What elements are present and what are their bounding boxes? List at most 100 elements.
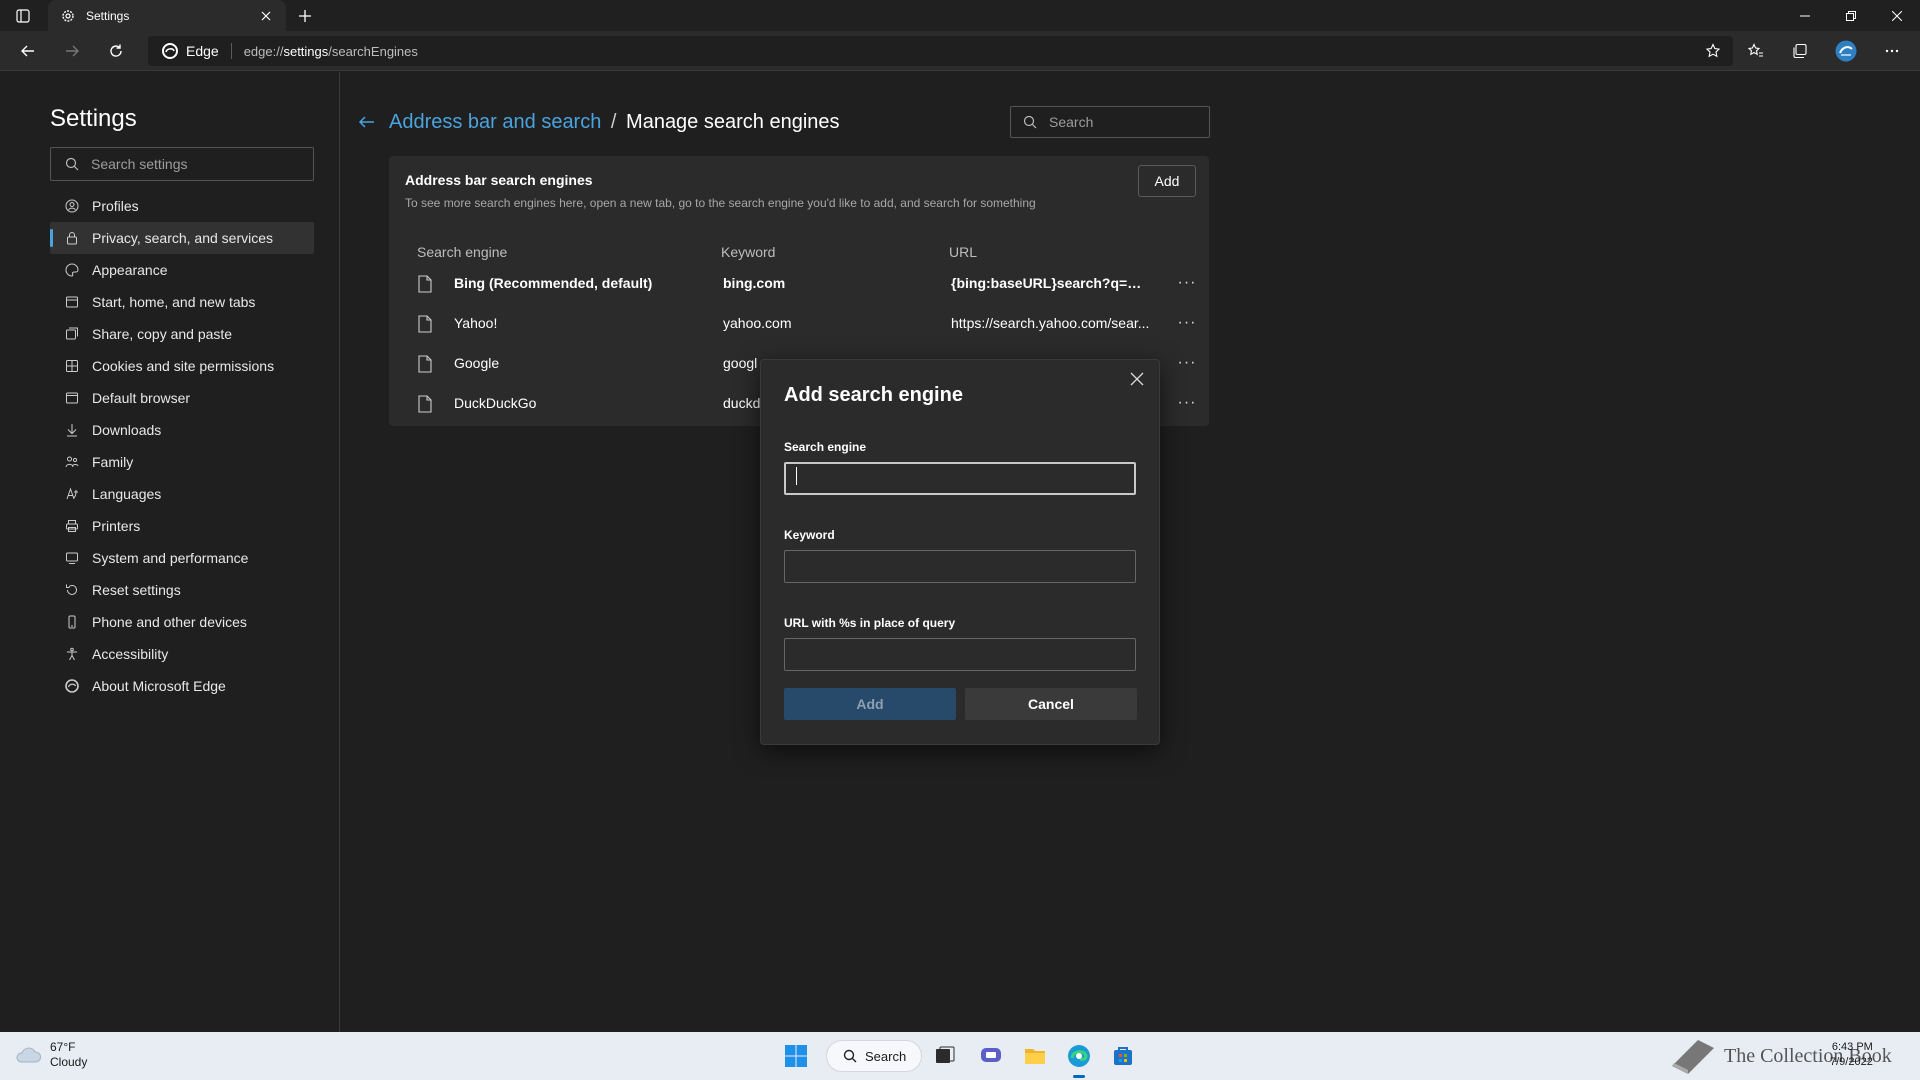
sidebar-item-label: Profiles	[92, 198, 139, 214]
breadcrumb-separator: /	[610, 111, 617, 133]
browser-icon	[64, 390, 80, 406]
column-header-keyword: Keyword	[721, 244, 776, 260]
sidebar-item-default-browser[interactable]: Default browser	[50, 382, 314, 414]
windows-start-icon[interactable]	[784, 1044, 808, 1068]
window-close-button[interactable]	[1874, 0, 1920, 31]
file-explorer-button[interactable]	[1021, 1042, 1049, 1070]
sidebar-item-label: Cookies and site permissions	[92, 358, 275, 374]
sidebar-item-system[interactable]: System and performance	[50, 542, 314, 574]
sidebar-item-downloads[interactable]: Downloads	[50, 414, 314, 446]
url-input[interactable]	[784, 638, 1136, 671]
profile-avatar-button[interactable]	[1832, 37, 1860, 65]
more-actions-button[interactable]: ···	[1176, 393, 1198, 413]
book-watermark-icon	[1672, 1040, 1714, 1074]
dialog-cancel-button[interactable]: Cancel	[965, 688, 1137, 720]
sidebar-item-label: Appearance	[92, 262, 168, 278]
engine-name: Google	[454, 355, 500, 371]
address-url[interactable]: edge://settings/searchEngines	[244, 44, 418, 59]
url-suffix: /searchEngines	[328, 43, 418, 59]
sidebar-item-label: Family	[92, 454, 134, 470]
search-icon	[843, 1049, 857, 1063]
tab-actions-button[interactable]	[8, 5, 38, 27]
sidebar-item-appearance[interactable]: Appearance	[50, 254, 314, 286]
arrow-left-icon[interactable]	[357, 112, 377, 132]
sidebar-item-label: Languages	[92, 486, 162, 502]
sidebar-item-printers[interactable]: Printers	[50, 510, 314, 542]
url-prefix: edge://	[243, 43, 284, 59]
address-divider	[230, 43, 232, 59]
search-placeholder: Search	[1049, 114, 1094, 130]
sidebar-item-phone[interactable]: Phone and other devices	[50, 606, 314, 638]
sidebar-item-about[interactable]: About Microsoft Edge	[50, 670, 314, 702]
sidebar-item-share[interactable]: Share, copy and paste	[50, 318, 314, 350]
tab-close-button[interactable]	[258, 8, 274, 24]
task-view-button[interactable]	[931, 1042, 959, 1070]
sidebar-item-profiles[interactable]: Profiles	[50, 190, 314, 222]
sidebar-item-reset[interactable]: Reset settings	[50, 574, 314, 606]
restore-icon	[1846, 10, 1856, 21]
store-button[interactable]	[1109, 1042, 1137, 1070]
new-tab-button[interactable]	[294, 5, 316, 27]
keyword-label: Keyword	[784, 528, 835, 542]
taskbar-search-button[interactable]: Search	[826, 1040, 922, 1072]
settings-more-button[interactable]	[1878, 37, 1906, 65]
sidebar-item-accessibility[interactable]: Accessibility	[50, 638, 314, 670]
engine-url: https://search.yahoo.com/sear...	[951, 315, 1150, 331]
sidebar-item-label: System and performance	[92, 550, 249, 566]
teams-chat-button[interactable]	[977, 1042, 1005, 1070]
keyword-input[interactable]	[784, 550, 1136, 583]
sidebar-item-privacy[interactable]: Privacy, search, and services	[50, 222, 314, 254]
sidebar-item-family[interactable]: Family	[50, 446, 314, 478]
settings-search-input[interactable]: Search	[1010, 106, 1210, 138]
sidebar-item-languages[interactable]: Languages	[50, 478, 314, 510]
close-icon	[261, 11, 271, 20]
edge-logo-icon	[162, 43, 178, 59]
back-button[interactable]	[14, 37, 42, 65]
engine-keyword: googl	[723, 355, 758, 371]
dialog-add-button[interactable]: Add	[784, 688, 956, 720]
browser-toolbar: Edge edge://settings/searchEngines	[0, 31, 1920, 71]
task-view-icon	[936, 1046, 955, 1063]
weather-widget[interactable]: 67°F Cloudy	[14, 1040, 87, 1070]
favorites-button[interactable]	[1742, 37, 1770, 65]
more-actions-button[interactable]: ···	[1176, 273, 1198, 293]
search-engine-input[interactable]	[784, 462, 1136, 495]
breadcrumb-parent-link[interactable]: Address bar and search	[389, 111, 601, 133]
engine-keyword: bing.com	[723, 275, 786, 291]
table-row: Bing (Recommended, default) bing.com {bi…	[389, 263, 1209, 303]
url-emphasis: settings	[283, 43, 329, 59]
minimize-button[interactable]	[1782, 0, 1828, 31]
clock-time: 6:43 PM	[1831, 1041, 1873, 1053]
sidebar-search-input[interactable]: Search settings	[50, 147, 314, 181]
refresh-icon	[110, 44, 122, 57]
tab-title: Settings	[86, 8, 130, 23]
column-header-url: URL	[949, 244, 978, 260]
tab-settings[interactable]: Settings	[48, 0, 286, 31]
forward-button[interactable]	[58, 37, 86, 65]
clock[interactable]: 6:43 PM 7/9/2022	[1830, 1040, 1873, 1070]
document-icon	[418, 355, 432, 373]
add-favorite-icon[interactable]	[1705, 43, 1721, 59]
card-subtitle: To see more search engines here, open a …	[405, 196, 1036, 210]
profile-icon	[64, 198, 80, 214]
more-actions-button[interactable]: ···	[1176, 313, 1198, 333]
dialog-close-button[interactable]	[1127, 369, 1147, 389]
restore-button[interactable]	[1828, 0, 1874, 31]
weather-temp: 67°F	[50, 1040, 76, 1054]
refresh-button[interactable]	[102, 37, 130, 65]
family-icon	[64, 454, 80, 470]
appearance-icon	[64, 262, 80, 278]
collections-button[interactable]	[1786, 37, 1814, 65]
settings-sidebar: Settings Search settings Profiles Privac…	[0, 72, 340, 1032]
cookies-icon	[64, 358, 80, 374]
sidebar-item-label: Start, home, and new tabs	[92, 294, 256, 310]
sidebar-item-cookies[interactable]: Cookies and site permissions	[50, 350, 314, 382]
search-engine-label: Search engine	[784, 440, 867, 454]
sidebar-item-start-home[interactable]: Start, home, and new tabs	[50, 286, 314, 318]
more-actions-button[interactable]: ···	[1176, 353, 1198, 373]
title-bar: Settings	[0, 0, 1920, 31]
edge-taskbar-button[interactable]	[1065, 1042, 1093, 1078]
add-search-engine-button[interactable]: Add	[1138, 165, 1196, 197]
plus-icon	[299, 10, 311, 22]
address-bar[interactable]: Edge edge://settings/searchEngines	[148, 36, 1733, 66]
